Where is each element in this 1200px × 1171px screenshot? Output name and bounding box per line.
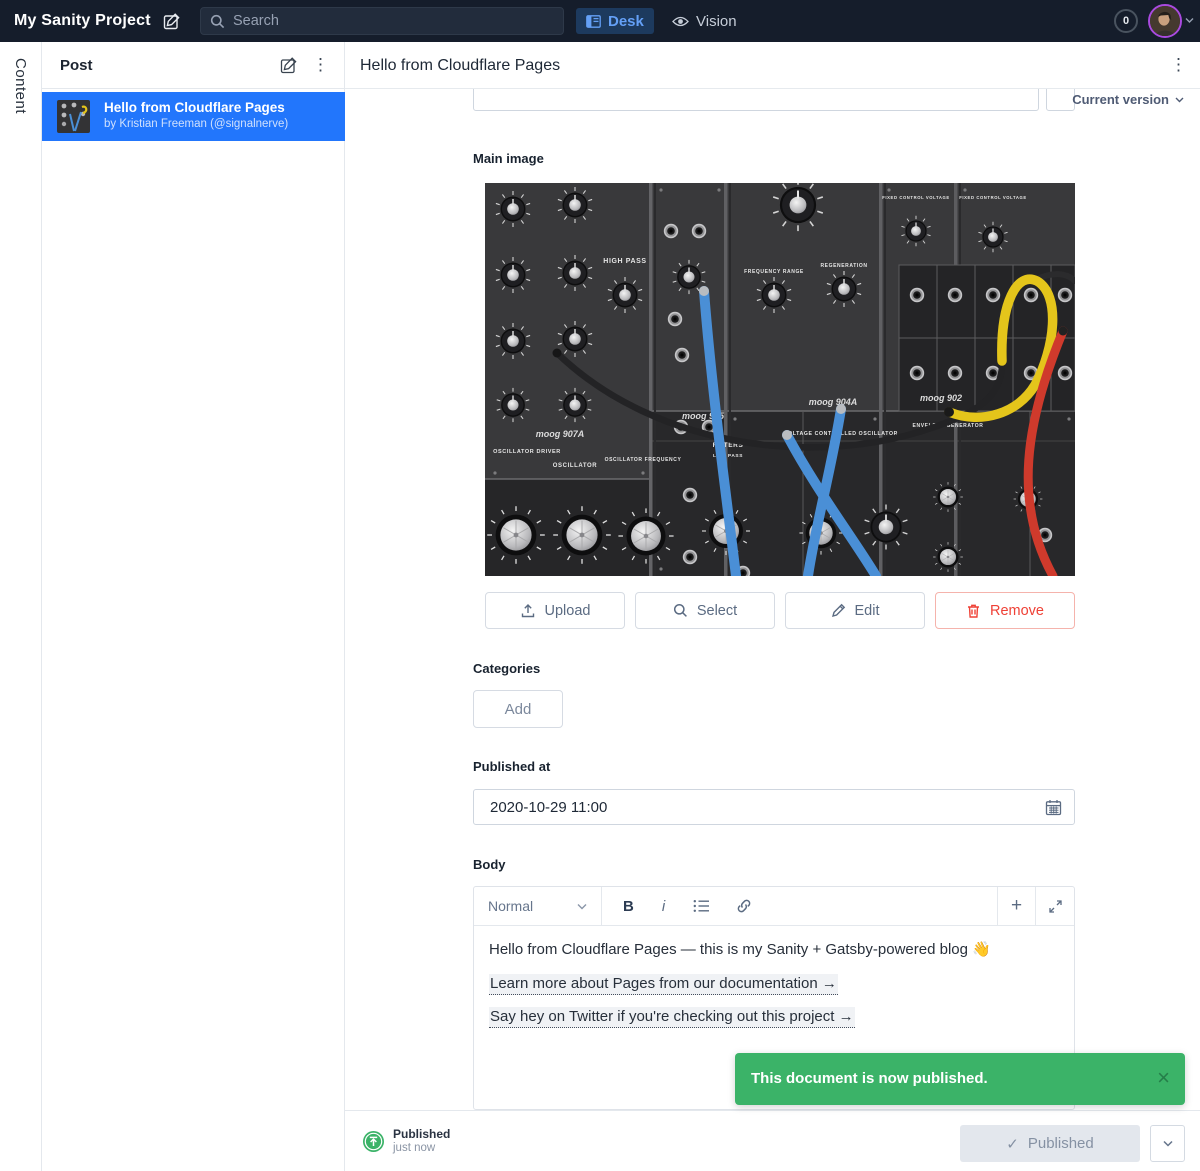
search-bar xyxy=(200,7,564,35)
sanity-studio: My Sanity Project Desk Vision 0 xyxy=(0,0,1200,1171)
tab-vision[interactable]: Vision xyxy=(662,8,747,34)
remove-button[interactable]: Remove xyxy=(935,592,1075,629)
photo-label: OSCILLATOR FREQUENCY xyxy=(605,457,682,463)
list-pane-title: Post xyxy=(60,42,93,89)
project-title: My Sanity Project xyxy=(14,0,151,42)
publish-button[interactable]: ✓ Published xyxy=(960,1125,1140,1162)
select-label: Select xyxy=(697,603,737,619)
clipped-field-button[interactable] xyxy=(1046,89,1075,111)
check-icon: ✓ xyxy=(1006,1135,1019,1153)
calendar-icon[interactable] xyxy=(1045,799,1062,816)
published-at-input[interactable] xyxy=(474,799,1045,816)
new-document-icon[interactable] xyxy=(280,56,298,74)
list-pane-menu-icon[interactable]: ⋮ xyxy=(312,54,329,76)
compose-icon[interactable] xyxy=(163,12,181,30)
chevron-down-icon xyxy=(577,903,587,910)
main-image-label: Main image xyxy=(473,151,544,166)
body-paragraph: Hello from Cloudflare Pages — this is my… xyxy=(489,939,1059,960)
badge-count: 0 xyxy=(1123,15,1129,27)
categories-label: Categories xyxy=(473,661,540,676)
text-style-select[interactable]: Normal xyxy=(474,887,602,925)
select-button[interactable]: Select xyxy=(635,592,775,629)
list-item-title: Hello from Cloudflare Pages xyxy=(104,100,285,115)
search-input[interactable] xyxy=(233,13,554,29)
close-icon[interactable]: × xyxy=(1157,1053,1170,1103)
version-label: Current version xyxy=(1072,92,1169,107)
avatar[interactable] xyxy=(1148,4,1182,38)
upload-button[interactable]: Upload xyxy=(485,592,625,629)
content-rail-label: Content xyxy=(12,58,29,114)
desk-icon xyxy=(586,15,601,28)
tab-desk-label: Desk xyxy=(608,13,644,30)
link-icon[interactable] xyxy=(736,898,752,914)
published-at-field xyxy=(473,789,1075,825)
edit-button[interactable]: Edit xyxy=(785,592,925,629)
published-at-label: Published at xyxy=(473,759,550,774)
document-footer: Published just now ✓ Published xyxy=(345,1110,1200,1171)
text-style-value: Normal xyxy=(488,898,533,914)
body-link[interactable]: Learn more about Pages from our document… xyxy=(489,974,838,995)
tab-desk[interactable]: Desk xyxy=(576,8,654,34)
italic-button[interactable]: i xyxy=(660,898,667,915)
status-title: Published xyxy=(393,1127,450,1141)
photo-label: FIXED CONTROL VOLTAGE xyxy=(959,195,1027,200)
eye-icon xyxy=(672,15,689,28)
document-pane: Hello from Cloudflare Pages ⋮ Current ve… xyxy=(345,42,1200,1171)
pencil-icon xyxy=(831,603,846,618)
search-icon xyxy=(210,14,225,29)
editor-content[interactable]: Hello from Cloudflare Pages — this is my… xyxy=(474,926,1074,1026)
list-item[interactable]: Hello from Cloudflare Pages by Kristian … xyxy=(42,92,345,141)
photo-label: REGENERATION xyxy=(820,263,867,269)
add-label: Add xyxy=(505,701,532,718)
toast-notification: This document is now published. × xyxy=(735,1053,1185,1105)
editor-toolbar: Normal B i xyxy=(474,887,1074,926)
fullscreen-icon[interactable] xyxy=(1035,887,1074,925)
publish-button-label: Published xyxy=(1028,1135,1094,1152)
photo-label: moog 907A xyxy=(536,429,585,439)
tab-vision-label: Vision xyxy=(696,13,737,30)
add-category-button[interactable]: Add xyxy=(473,690,563,728)
status-time: just now xyxy=(393,1142,435,1154)
notifications-badge[interactable]: 0 xyxy=(1114,9,1138,33)
top-navbar: My Sanity Project Desk Vision 0 xyxy=(0,0,1200,42)
photo-label: moog 904A xyxy=(809,397,858,407)
clipped-text-field[interactable] xyxy=(473,89,1039,111)
edit-label: Edit xyxy=(855,603,880,619)
upload-icon xyxy=(520,603,536,619)
chevron-down-icon[interactable] xyxy=(1185,17,1194,24)
insert-block-button[interactable]: + xyxy=(997,887,1035,925)
list-item-subtitle: by Kristian Freeman (@signalnerve) xyxy=(104,118,288,130)
remove-label: Remove xyxy=(990,603,1044,619)
bold-button[interactable]: B xyxy=(623,898,634,915)
content-rail[interactable]: Content xyxy=(0,42,42,1171)
document-header: Hello from Cloudflare Pages ⋮ xyxy=(345,42,1200,89)
list-item-thumbnail xyxy=(57,100,90,133)
photo-label: OSCILLATOR DRIVER xyxy=(493,449,561,455)
chevron-down-icon xyxy=(1163,1140,1173,1147)
photo-label: moog 902 xyxy=(920,393,962,403)
document-form: Main image xyxy=(345,89,1200,1110)
photo-label: FIXED CONTROL VOLTAGE xyxy=(882,195,950,200)
publish-menu-button[interactable] xyxy=(1150,1125,1185,1162)
bullet-list-icon[interactable] xyxy=(693,899,710,913)
upload-label: Upload xyxy=(545,603,591,619)
photo-label: HIGH PASS xyxy=(603,258,646,265)
document-menu-icon[interactable]: ⋮ xyxy=(1170,54,1187,76)
main-image-photo[interactable]: HIGH PASS FREQUENCY RANGE REGENERATION F… xyxy=(485,183,1075,576)
post-list-pane: Post ⋮ Hello from Cloudfla xyxy=(42,42,345,1171)
version-selector[interactable]: Current version xyxy=(1072,92,1184,107)
body-link[interactable]: Say hey on Twitter if you're checking ou… xyxy=(489,1007,855,1028)
photo-label: OSCILLATOR xyxy=(553,463,598,469)
document-title: Hello from Cloudflare Pages xyxy=(360,42,560,89)
published-status-icon xyxy=(363,1131,384,1152)
list-pane-header: Post ⋮ xyxy=(42,42,344,89)
chevron-down-icon xyxy=(1175,97,1184,103)
search-icon xyxy=(673,603,688,618)
photo-label: FREQUENCY RANGE xyxy=(744,269,804,275)
trash-icon xyxy=(966,603,981,619)
toast-message: This document is now published. xyxy=(751,1053,988,1105)
body-label: Body xyxy=(473,857,506,872)
